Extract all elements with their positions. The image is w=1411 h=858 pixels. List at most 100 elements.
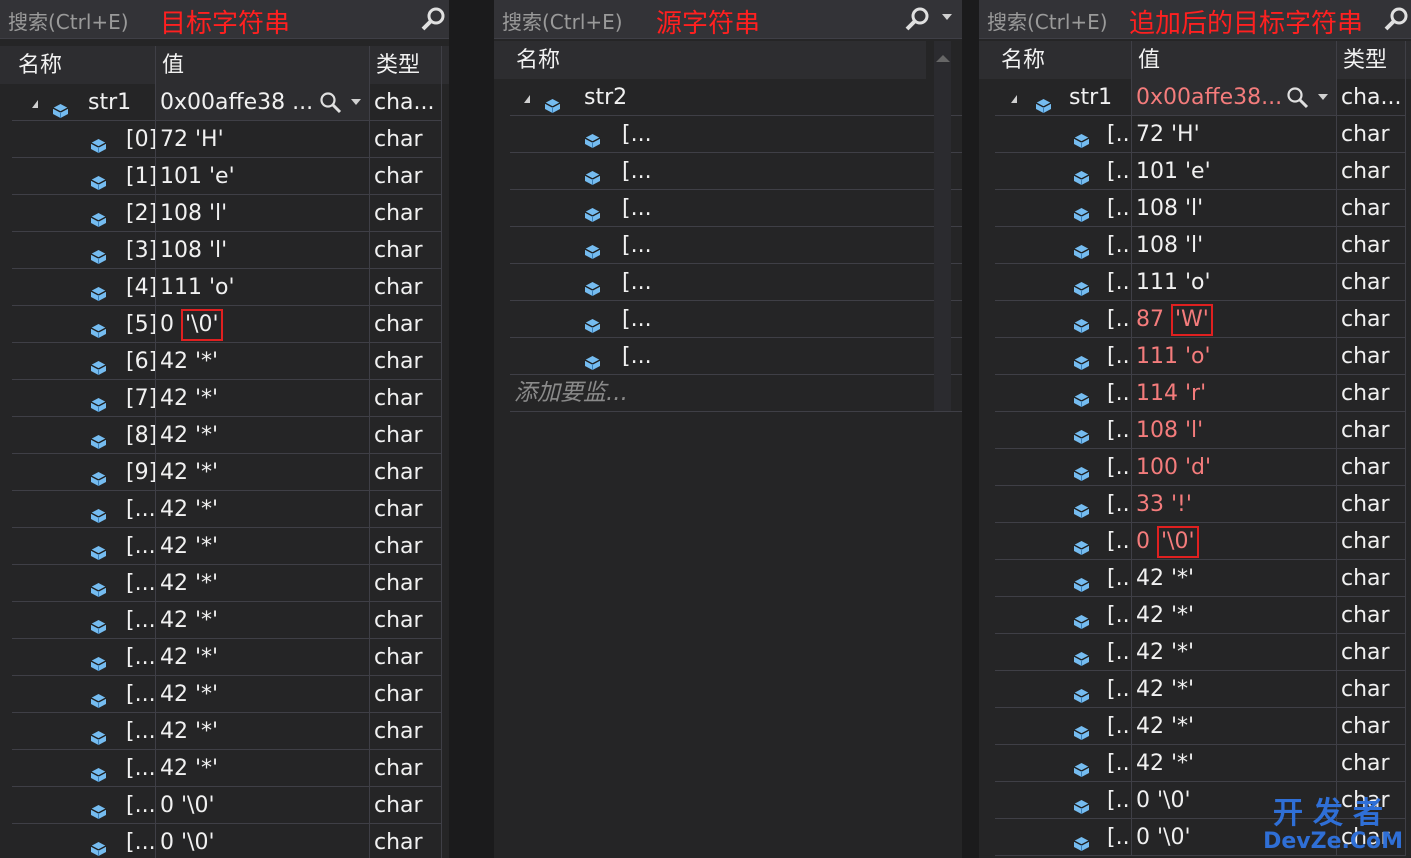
tree-row[interactable]: [...42 '*' char — [979, 708, 1411, 745]
vertical-scrollbar[interactable] — [934, 41, 951, 411]
tree-row[interactable]: [...42 '*' char — [0, 750, 449, 787]
collapse-triangle-icon[interactable] — [1011, 95, 1017, 103]
tree-row[interactable]: [...111 'o'char — [979, 338, 1411, 375]
tree-row[interactable]: [...0 '\0'char — [494, 338, 962, 375]
column-header-name[interactable]: 名称 — [510, 41, 962, 79]
value-cell[interactable]: 0 '\0' — [156, 824, 370, 858]
tree-row[interactable]: [...42 '*' char — [0, 491, 449, 528]
collapse-triangle-icon[interactable] — [32, 100, 38, 108]
tree-row[interactable]: [6] 42 '*' char — [0, 343, 449, 380]
tree-row[interactable]: [0] 72 'H' char — [0, 121, 449, 158]
tree-row[interactable]: [...114 'r'char — [494, 190, 962, 227]
value-cell[interactable]: 0x00affe38 ... — [156, 84, 370, 121]
scroll-up-icon[interactable] — [936, 55, 950, 62]
value-cell[interactable]: 0x00affe38... — [1132, 79, 1337, 116]
value-cell[interactable]: 42 '*' — [1132, 560, 1337, 597]
tree-row[interactable]: [...42 '*' char — [979, 745, 1411, 782]
tree-row[interactable]: [...42 '*' char — [979, 597, 1411, 634]
column-header-value[interactable]: 值 — [1132, 41, 1337, 79]
value-cell[interactable]: 42 '*' — [1132, 708, 1337, 745]
column-header-name[interactable]: 名称 — [12, 46, 156, 84]
add-watch-row[interactable]: 添加要监... — [494, 375, 962, 412]
value-cell[interactable]: 42 '*' — [156, 380, 370, 417]
tree-row[interactable]: [...101 'e' char — [979, 153, 1411, 190]
value-cell[interactable]: 42 '*' — [156, 750, 370, 787]
tree-row[interactable]: [...0 '\0'char — [0, 824, 449, 858]
tree-row[interactable]: [...108 'l'char — [979, 412, 1411, 449]
value-cell[interactable]: 42 '*' — [156, 491, 370, 528]
value-cell[interactable]: 42 '*' — [156, 639, 370, 676]
tree-row[interactable]: [...114 'r'char — [979, 375, 1411, 412]
tree-row[interactable]: [...108 'l'char — [494, 227, 962, 264]
value-cell[interactable]: 111 'o' — [156, 269, 370, 306]
value-cell[interactable]: 111 'o' — [1132, 264, 1337, 301]
chevron-down-icon[interactable] — [351, 99, 361, 105]
value-cell[interactable]: 0 '\0' — [156, 787, 370, 824]
value-cell[interactable]: 108 'l' — [1132, 190, 1337, 227]
value-cell[interactable]: 42 '*' — [1132, 634, 1337, 671]
value-cell[interactable]: 42 '*' — [156, 454, 370, 491]
column-header-name[interactable]: 名称 — [995, 41, 1132, 79]
search-placeholder[interactable]: 搜索(Ctrl+E) — [502, 6, 623, 35]
value-cell[interactable]: 101 'e' — [156, 158, 370, 195]
search-icon[interactable] — [1383, 6, 1409, 36]
tree-row[interactable]: [5] 0 '\0' char — [0, 306, 449, 343]
value-cell[interactable]: 33 '!' — [1132, 486, 1337, 523]
tree-row[interactable]: [...108 'l'char — [979, 190, 1411, 227]
tree-row[interactable]: [...0 '\0'char — [979, 523, 1411, 560]
search-icon[interactable] — [420, 6, 446, 36]
tree-row[interactable]: [...87 'W'char — [979, 301, 1411, 338]
tree-row[interactable]: [2] 108 'l' char — [0, 195, 449, 232]
add-watch-placeholder[interactable]: 添加要监... — [514, 375, 628, 411]
tree-row[interactable]: [...42 '*' char — [979, 671, 1411, 708]
tree-row[interactable]: [...42 '*' char — [0, 565, 449, 602]
tree-row-root[interactable]: str20x00affe28...cha... — [494, 79, 962, 116]
tree-row[interactable]: [9] 42 '*' char — [0, 454, 449, 491]
value-cell[interactable]: 42 '*' — [156, 602, 370, 639]
search-placeholder[interactable]: 搜索(Ctrl+E) — [987, 6, 1108, 35]
tree-row[interactable]: [...33 '!'char — [979, 486, 1411, 523]
search-icon[interactable] — [904, 6, 930, 36]
value-cell[interactable]: 114 'r' — [1132, 375, 1337, 412]
tree-row[interactable]: [...42 '*' char — [0, 528, 449, 565]
value-cell[interactable]: 42 '*' — [156, 417, 370, 454]
value-cell[interactable]: 42 '*' — [1132, 671, 1337, 708]
tree-row[interactable]: [...42 '*' char — [0, 676, 449, 713]
search-bar[interactable]: 搜索(Ctrl+E) 源字符串 — [494, 0, 962, 39]
value-cell[interactable]: 42 '*' — [1132, 745, 1337, 782]
tree-row[interactable]: [3] 108 'l' char — [0, 232, 449, 269]
tree-row[interactable]: [...33 '!'char — [494, 301, 962, 338]
column-header-value[interactable]: 值 — [156, 46, 370, 84]
tree-row-root[interactable]: str1 0x00affe38... cha... — [979, 79, 1411, 116]
tree-row[interactable]: [4] 111 'o' char — [0, 269, 449, 306]
value-cell[interactable]: 108 'l' — [1132, 412, 1337, 449]
value-cell[interactable]: 111 'o' — [1132, 338, 1337, 375]
tree-row[interactable]: [...111 'o'char — [494, 153, 962, 190]
tree-row[interactable]: [...42 '*' char — [979, 560, 1411, 597]
value-cell[interactable]: 108 'l' — [156, 232, 370, 269]
value-cell[interactable]: 100 'd' — [1132, 449, 1337, 486]
tree-row[interactable]: [7] 42 '*' char — [0, 380, 449, 417]
value-cell[interactable]: 72 'H' — [1132, 116, 1337, 153]
tree-row[interactable]: [...108 'l'char — [979, 227, 1411, 264]
value-cell[interactable]: 0 '\0' — [156, 306, 370, 343]
magnifier-icon[interactable] — [1286, 85, 1310, 115]
tree-row[interactable]: [...42 '*' char — [0, 713, 449, 750]
search-placeholder[interactable]: 搜索(Ctrl+E) — [8, 6, 129, 35]
value-cell[interactable]: 42 '*' — [156, 565, 370, 602]
tree-row[interactable]: [...42 '*' char — [0, 602, 449, 639]
value-cell[interactable]: 108 'l' — [156, 195, 370, 232]
tree-row[interactable]: [...72 'H' char — [979, 116, 1411, 153]
value-cell[interactable]: 108 'l' — [1132, 227, 1337, 264]
column-header-type[interactable]: 类型 — [370, 46, 442, 84]
search-bar[interactable]: 搜索(Ctrl+E) 追加后的目标字符串 — [979, 0, 1411, 39]
value-cell[interactable]: 42 '*' — [156, 676, 370, 713]
value-cell[interactable]: 42 '*' — [156, 528, 370, 565]
value-cell[interactable]: 42 '*' — [156, 343, 370, 380]
tree-row[interactable]: [...100 'd'char — [979, 449, 1411, 486]
value-cell[interactable]: 0 '\0' — [1132, 523, 1337, 560]
chevron-down-icon[interactable] — [1318, 94, 1328, 100]
tree-row[interactable]: [...100 'd'char — [494, 264, 962, 301]
value-cell[interactable]: 42 '*' — [156, 713, 370, 750]
tree-row[interactable]: [...42 '*' char — [0, 639, 449, 676]
